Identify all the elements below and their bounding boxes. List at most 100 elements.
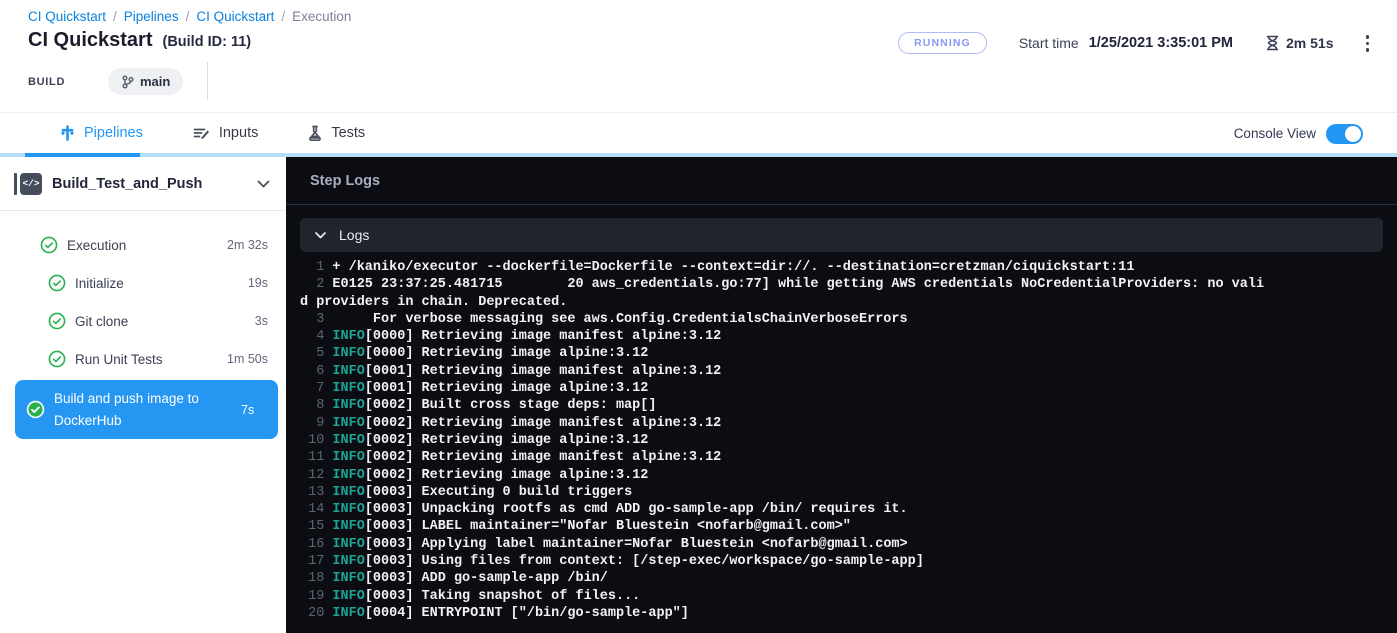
- log-line-number: 6: [300, 364, 332, 379]
- log-line: 9 INFO[0002] Retrieving image manifest a…: [300, 415, 1383, 432]
- log-line-number: 19: [300, 589, 332, 604]
- stage-header[interactable]: </> Build_Test_and_Push: [0, 157, 286, 211]
- console-view-toggle[interactable]: [1326, 124, 1363, 144]
- tab-pipelines[interactable]: Pipelines: [60, 125, 143, 141]
- log-content: Logs 1 + /kaniko/executor --dockerfile=D…: [286, 205, 1397, 633]
- tab-label: Pipelines: [84, 125, 143, 141]
- log-line: 13 INFO[0003] Executing 0 build triggers: [300, 484, 1383, 501]
- log-line: 3 For verbose messaging see aws.Config.C…: [300, 311, 1383, 328]
- page-header: CI Quickstart / Pipelines / CI Quickstar…: [0, 0, 1397, 112]
- stage-name: Build_Test_and_Push: [52, 176, 257, 192]
- branch-chip[interactable]: main: [108, 68, 183, 95]
- chevron-down-icon: [315, 232, 326, 239]
- header-divider: [207, 62, 208, 100]
- pipeline-step[interactable]: Initialize 19s: [0, 264, 286, 302]
- log-line: 15 INFO[0003] LABEL maintainer="Nofar Bl…: [300, 518, 1383, 535]
- log-line: 5 INFO[0000] Retrieving image alpine:3.1…: [300, 345, 1383, 362]
- stage-accent-bar: [14, 173, 17, 195]
- step-label: Run Unit Tests: [75, 352, 218, 367]
- branch-name: main: [140, 74, 170, 89]
- success-check-icon: [26, 400, 45, 419]
- pipeline-icon: [60, 125, 75, 141]
- log-line-number: 20: [300, 606, 332, 621]
- log-line-number: 4: [300, 329, 332, 344]
- tab-label: Tests: [331, 125, 365, 141]
- success-check-icon: [48, 350, 66, 368]
- log-line: 11 INFO[0002] Retrieving image manifest …: [300, 449, 1383, 466]
- log-line-number: 11: [300, 450, 332, 465]
- log-line: 14 INFO[0003] Unpacking rootfs as cmd AD…: [300, 501, 1383, 518]
- log-line-number: 3: [300, 312, 332, 327]
- tests-flask-icon: [308, 125, 322, 141]
- log-line: 1 + /kaniko/executor --dockerfile=Docker…: [300, 259, 1383, 276]
- log-line-number: 12: [300, 468, 332, 483]
- log-line-number: 18: [300, 571, 332, 586]
- log-line-number: 9: [300, 416, 332, 431]
- step-logs-header: Step Logs: [286, 157, 1397, 205]
- breadcrumb-separator: /: [106, 9, 124, 24]
- step-label: Execution: [67, 238, 218, 253]
- pipeline-step[interactable]: Execution 2m 32s: [0, 226, 286, 264]
- elapsed-time: 2m 51s: [1286, 35, 1333, 51]
- log-line-number: 16: [300, 537, 332, 552]
- git-branch-icon: [121, 75, 134, 89]
- breadcrumb-separator: /: [179, 9, 197, 24]
- step-logs-panel: Step Logs Logs 1 + /kaniko/executor --do…: [286, 157, 1397, 633]
- log-lines: 1 + /kaniko/executor --dockerfile=Docker…: [300, 259, 1383, 622]
- pipeline-sidebar: </> Build_Test_and_Push Execution 2m 32s I…: [0, 157, 286, 633]
- start-time-value: 1/25/2021 3:35:01 PM: [1089, 35, 1233, 51]
- code-stage-icon: </>: [20, 173, 42, 195]
- chevron-down-icon[interactable]: [257, 180, 270, 188]
- log-line: 18 INFO[0003] ADD go-sample-app /bin/: [300, 570, 1383, 587]
- step-label: Initialize: [75, 276, 239, 291]
- log-line-number: 5: [300, 346, 332, 361]
- breadcrumb-item[interactable]: Pipelines: [124, 9, 179, 24]
- breadcrumb-item[interactable]: CI Quickstart: [28, 9, 106, 24]
- log-line: 19 INFO[0003] Taking snapshot of files..…: [300, 588, 1383, 605]
- log-line-number: 2: [300, 277, 332, 292]
- step-logs-title: Step Logs: [310, 173, 380, 189]
- pipeline-step[interactable]: Build and push image to DockerHub7s: [15, 380, 278, 439]
- log-line: 4 INFO[0000] Retrieving image manifest a…: [300, 328, 1383, 345]
- pipeline-step[interactable]: Run Unit Tests 1m 50s: [0, 340, 286, 378]
- page-title: CI Quickstart: [28, 29, 152, 52]
- console-view-label: Console View: [1234, 126, 1316, 141]
- breadcrumb-item-current: Execution: [292, 9, 351, 24]
- logs-section-toggle[interactable]: Logs: [300, 218, 1383, 252]
- step-duration: 3s: [255, 314, 268, 328]
- log-line-number: 8: [300, 398, 332, 413]
- step-duration: 2m 32s: [227, 238, 268, 252]
- tab-inputs[interactable]: Inputs: [193, 125, 259, 141]
- log-line: 12 INFO[0002] Retrieving image alpine:3.…: [300, 467, 1383, 484]
- inputs-icon: [193, 125, 210, 141]
- step-list: Execution 2m 32s Initialize 19s Git clone 3s R…: [0, 211, 286, 439]
- step-duration: 7s: [241, 403, 254, 417]
- tab-bar: Pipelines Inputs Tests Console View: [0, 112, 1397, 153]
- log-line: 20 INFO[0004] ENTRYPOINT ["/bin/go-sampl…: [300, 605, 1383, 622]
- log-line: 2 E0125 23:37:25.481715 20 aws_credentia…: [300, 276, 1383, 311]
- success-check-icon: [40, 236, 58, 254]
- success-check-icon: [48, 274, 66, 292]
- start-time-label: Start time: [1019, 35, 1079, 51]
- breadcrumb-item[interactable]: CI Quickstart: [196, 9, 274, 24]
- log-line-number: 14: [300, 502, 332, 517]
- hourglass-icon: [1265, 35, 1280, 51]
- log-line-number: 7: [300, 381, 332, 396]
- step-label: Git clone: [75, 314, 246, 329]
- tab-label: Inputs: [219, 125, 259, 141]
- toggle-knob: [1345, 126, 1361, 142]
- success-check-icon: [48, 312, 66, 330]
- tab-tests[interactable]: Tests: [308, 125, 365, 141]
- pipeline-step[interactable]: Git clone 3s: [0, 302, 286, 340]
- log-line-number: 17: [300, 554, 332, 569]
- kebab-menu-icon[interactable]: [1360, 31, 1376, 56]
- build-section-label: BUILD: [28, 76, 65, 88]
- breadcrumb: CI Quickstart / Pipelines / CI Quickstar…: [28, 9, 351, 24]
- build-id-label: (Build ID: 11): [162, 34, 251, 50]
- status-badge: RUNNING: [898, 32, 987, 54]
- step-duration: 19s: [248, 276, 268, 290]
- breadcrumb-separator: /: [274, 9, 292, 24]
- log-line: 7 INFO[0001] Retrieving image alpine:3.1…: [300, 380, 1383, 397]
- step-duration: 1m 50s: [227, 352, 268, 366]
- log-line: 16 INFO[0003] Applying label maintainer=…: [300, 536, 1383, 553]
